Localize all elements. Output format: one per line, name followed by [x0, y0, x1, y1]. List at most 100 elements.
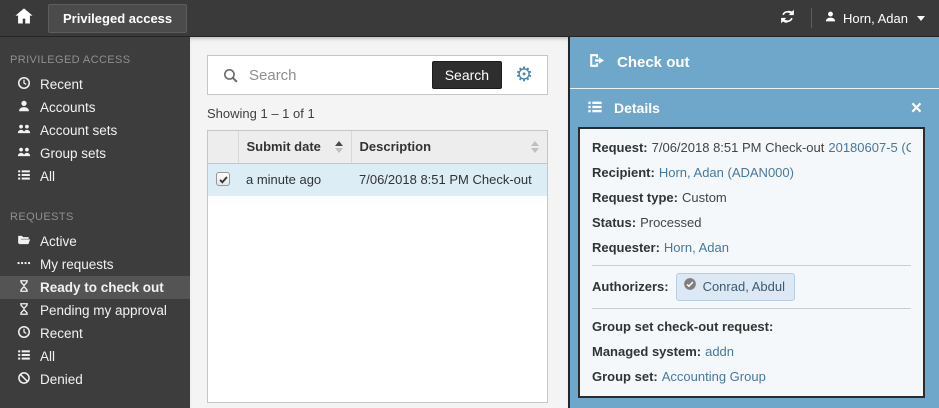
privileged-access-button[interactable]: Privileged access: [48, 4, 187, 33]
users-icon: [17, 122, 31, 139]
sidebar-item-label: Denied: [40, 372, 83, 387]
detail-authorizers: Authorizers: Conrad, Abdul: [592, 271, 911, 303]
field-value: Processed: [640, 215, 701, 230]
field-link[interactable]: addn: [705, 344, 734, 359]
field-label: Requester:: [592, 240, 660, 255]
field-link[interactable]: Accounting Group: [662, 369, 766, 384]
list-icon: [17, 168, 31, 185]
divider: [592, 308, 911, 309]
sidebar: PRIVILEGED ACCESS Recent Accounts Accoun…: [0, 37, 190, 408]
sidebar-item-denied[interactable]: Denied: [0, 368, 190, 391]
sidebar-item-label: Account sets: [40, 123, 117, 138]
user-name: Horn, Adan: [843, 11, 908, 26]
details-title: Details: [614, 100, 660, 116]
field-value: Custom: [682, 190, 727, 205]
column-label: Submit date: [247, 139, 331, 154]
sidebar-item-label: Recent: [40, 77, 83, 92]
chevron-down-icon: [917, 16, 925, 21]
sidebar-item-all-access[interactable]: All: [0, 165, 190, 188]
sidebar-item-group-sets[interactable]: Group sets: [0, 142, 190, 165]
search-icon: [222, 67, 239, 84]
sidebar-item-label: Accounts: [40, 100, 96, 115]
field-value: 7/06/2018 8:51 PM Check-out: [652, 140, 825, 155]
field-link[interactable]: 20180607-5 (Custom: [828, 140, 911, 155]
authorizer-badge[interactable]: Conrad, Abdul: [676, 273, 795, 301]
checkout-panel-header: Check out: [570, 37, 939, 89]
field-label: Recipient:: [592, 165, 655, 180]
close-icon[interactable]: ×: [911, 99, 922, 118]
sidebar-item-account-sets[interactable]: Account sets: [0, 119, 190, 142]
sidebar-item-label: Recent: [40, 326, 83, 341]
home-button[interactable]: [13, 7, 35, 29]
check-circle-icon: [683, 276, 697, 298]
details-header: Details ×: [570, 89, 939, 127]
field-label: Managed system:: [592, 344, 701, 359]
sidebar-item-pending-my-approval[interactable]: Pending my approval: [0, 299, 190, 322]
sidebar-item-label: Ready to check out: [40, 280, 164, 295]
sort-icon: [531, 141, 539, 153]
sidebar-item-label: Active: [40, 234, 77, 249]
results-table-container: Submit date Description: [207, 130, 548, 403]
detail-request: Request: 7/06/2018 8:51 PM Check-out20180…: [592, 135, 911, 160]
sidebar-gap: [0, 188, 190, 202]
detail-request-type: Request type: Custom: [592, 185, 911, 210]
app-window: Privileged access Horn, Adan PRIVILEGED …: [0, 0, 939, 408]
field-label: Group set:: [592, 369, 658, 384]
authorizer-name: Conrad, Abdul: [703, 276, 785, 298]
sidebar-section-privileged-access: PRIVILEGED ACCESS: [0, 45, 190, 73]
results-table: Submit date Description: [208, 131, 547, 196]
list-icon: [587, 99, 603, 118]
sidebar-item-recent-requests[interactable]: Recent: [0, 322, 190, 345]
sidebar-item-label: My requests: [40, 257, 114, 272]
sidebar-item-label: All: [40, 169, 55, 184]
sidebar-item-my-requests[interactable]: My requests: [0, 253, 190, 276]
sidebar-item-recent[interactable]: Recent: [0, 73, 190, 96]
field-label: Request type:: [592, 190, 678, 205]
user-menu[interactable]: Horn, Adan: [824, 10, 925, 26]
sidebar-item-label: Group sets: [40, 146, 106, 161]
sidebar-item-label: Pending my approval: [40, 303, 167, 318]
sidebar-item-all-requests[interactable]: All: [0, 345, 190, 368]
field-link[interactable]: Horn, Adan: [664, 240, 729, 255]
search-box: Search ⚙: [207, 55, 548, 95]
detail-group-set-request: Group set check-out request:: [592, 314, 911, 339]
list-icon: [17, 348, 31, 365]
sidebar-item-ready-to-check-out[interactable]: Ready to check out: [0, 276, 190, 299]
search-button[interactable]: Search: [432, 61, 502, 89]
refresh-button[interactable]: [779, 8, 799, 28]
field-label: Request:: [592, 140, 648, 155]
cell-description: 7/06/2018 8:51 PM Check-out: [351, 163, 547, 195]
field-link[interactable]: Horn, Adan (ADAN000): [659, 165, 794, 180]
column-header-submit-date[interactable]: Submit date: [238, 131, 351, 163]
search-input[interactable]: [249, 67, 432, 84]
sidebar-item-active[interactable]: Active: [0, 230, 190, 253]
detail-group-set: Group set: Accounting Group: [592, 364, 911, 389]
detail-requester: Requester: Horn, Adan: [592, 235, 911, 260]
detail-recipient: Recipient: Horn, Adan (ADAN000): [592, 160, 911, 185]
detail-managed-system: Managed system: addn: [592, 339, 911, 364]
refresh-icon: [779, 12, 796, 29]
cell-submit-date: a minute ago: [238, 163, 351, 195]
main-panel: Search ⚙ Showing 1 – 1 of 1 Submit date: [190, 37, 568, 408]
results-count: Showing 1 – 1 of 1: [207, 106, 548, 121]
column-label: Description: [360, 139, 528, 154]
sidebar-item-accounts[interactable]: Accounts: [0, 96, 190, 119]
column-header-description[interactable]: Description: [351, 131, 547, 163]
hourglass-icon: [17, 302, 31, 319]
clock-icon: [17, 76, 31, 93]
home-icon: [14, 6, 34, 31]
column-header-checkbox[interactable]: [208, 131, 238, 163]
user-icon: [824, 10, 837, 26]
panel-title: Check out: [617, 54, 690, 71]
ellipsis-icon: [17, 256, 31, 273]
details-box: Request: 7/06/2018 8:51 PM Check-out20180…: [578, 127, 925, 398]
gear-icon[interactable]: ⚙: [515, 65, 533, 85]
sidebar-section-requests: REQUESTS: [0, 202, 190, 230]
folder-open-icon: [17, 233, 31, 250]
row-checkbox[interactable]: [216, 172, 230, 186]
clock-icon: [17, 325, 31, 342]
hourglass-icon: [17, 279, 31, 296]
topbar-divider: [811, 8, 812, 28]
table-row[interactable]: a minute ago 7/06/2018 8:51 PM Check-out: [208, 163, 547, 195]
users-icon: [17, 145, 31, 162]
